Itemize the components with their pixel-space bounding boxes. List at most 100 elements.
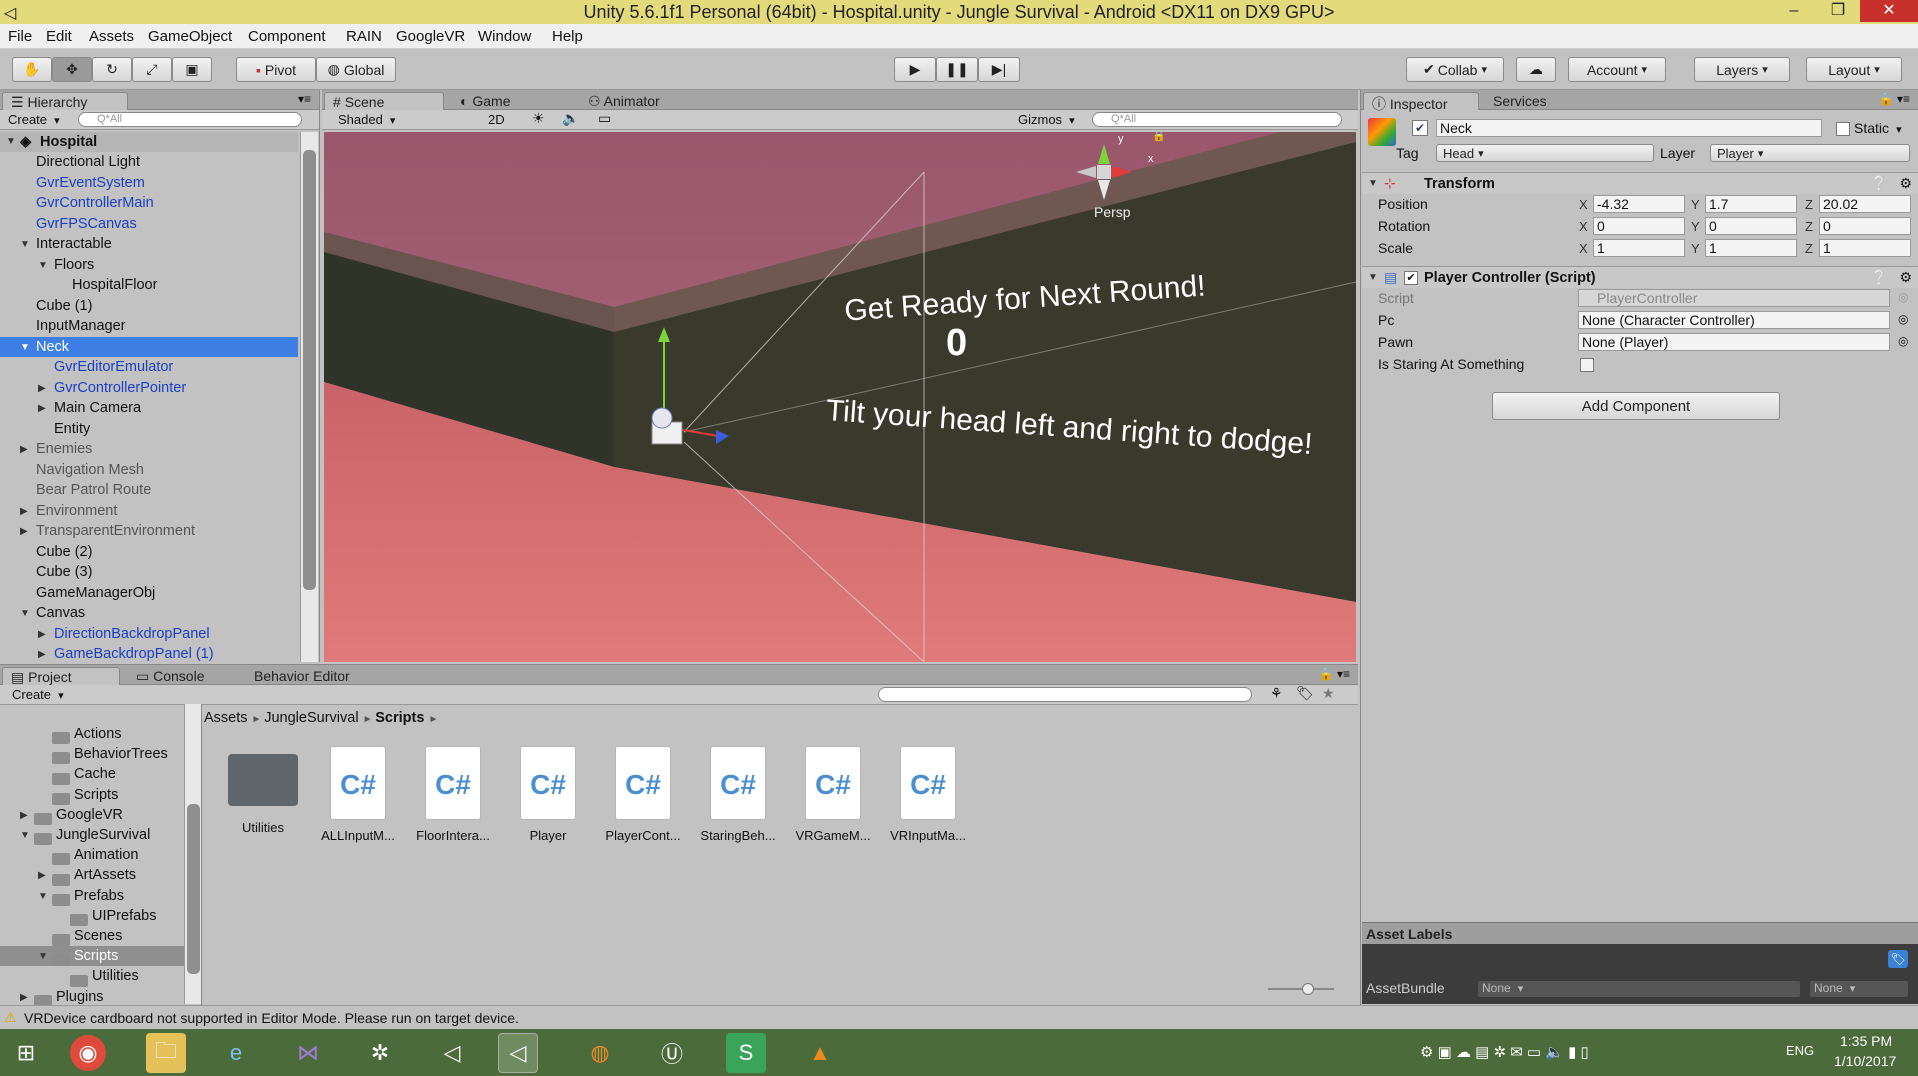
project-folder-item[interactable]: Actions bbox=[0, 724, 184, 745]
hierarchy-item[interactable]: Cube (1) bbox=[0, 296, 298, 316]
gizmos-dropdown[interactable]: Gizmos bbox=[1018, 112, 1075, 127]
zoom-slider-handle[interactable] bbox=[1302, 983, 1314, 995]
project-folder-item[interactable]: BehaviorTrees bbox=[0, 744, 184, 765]
menu-component[interactable]: Component bbox=[248, 28, 326, 45]
hierarchy-item[interactable]: Cube (2) bbox=[0, 542, 298, 562]
app-icon[interactable]: ✲ bbox=[360, 1033, 400, 1073]
menu-googlevr[interactable]: GoogleVR bbox=[396, 28, 465, 45]
expand-arrow-icon[interactable]: ▼ bbox=[20, 338, 30, 358]
asset-item[interactable]: C# VRGameM... bbox=[788, 746, 878, 843]
rotation-y-field[interactable]: 0 bbox=[1705, 217, 1797, 235]
project-search-input[interactable] bbox=[878, 687, 1252, 702]
menu-gameobject[interactable]: GameObject bbox=[148, 28, 232, 45]
static-checkbox[interactable] bbox=[1836, 122, 1850, 136]
collab-dropdown[interactable]: ✔ Collab bbox=[1406, 57, 1504, 82]
audio-icon[interactable]: 🔈 bbox=[562, 110, 579, 127]
effects-icon[interactable]: ▭ bbox=[598, 110, 611, 127]
project-folder-item[interactable]: ▼ Prefabs bbox=[0, 886, 184, 906]
inspector-menu-icon[interactable]: 🔒 ▾≡ bbox=[1879, 92, 1910, 106]
pc-field[interactable]: None (Character Controller) bbox=[1578, 311, 1890, 329]
hierarchy-item[interactable]: Cube (3) bbox=[0, 562, 298, 582]
hierarchy-item[interactable]: ▶ GvrControllerPointer bbox=[0, 378, 298, 398]
expand-arrow-icon[interactable]: ▼ bbox=[38, 256, 48, 276]
rotation-z-field[interactable]: 0 bbox=[1819, 217, 1911, 235]
expand-arrow-icon[interactable]: ▼ bbox=[20, 826, 30, 846]
collapsed-arrow-icon[interactable]: ▶ bbox=[20, 522, 28, 542]
active-checkbox[interactable]: ✔ bbox=[1412, 120, 1428, 136]
tab-animator[interactable]: ⚇ Animator bbox=[580, 92, 700, 110]
visual-studio-icon[interactable]: ⋈ bbox=[288, 1033, 328, 1073]
persp-label[interactable]: Persp bbox=[1094, 204, 1131, 220]
asset-item[interactable]: C# StaringBeh... bbox=[693, 746, 783, 843]
hierarchy-item[interactable]: GvrEventSystem bbox=[0, 173, 298, 193]
tab-services[interactable]: Services bbox=[1485, 92, 1585, 110]
hierarchy-item[interactable]: HospitalFloor bbox=[0, 275, 298, 295]
asset-item[interactable]: C# FloorIntera... bbox=[408, 746, 498, 843]
2d-toggle[interactable]: 2D bbox=[488, 112, 505, 127]
hierarchy-item[interactable]: ▶ Main Camera bbox=[0, 398, 298, 418]
scale-y-field[interactable]: 1 bbox=[1705, 239, 1797, 257]
layers-dropdown[interactable]: Layers bbox=[1694, 57, 1790, 82]
project-folder-item[interactable]: Animation bbox=[0, 845, 184, 866]
scene-search-input[interactable]: Q*All bbox=[1092, 112, 1342, 127]
minimize-button[interactable]: – bbox=[1772, 0, 1816, 22]
menu-assets[interactable]: Assets bbox=[89, 28, 134, 45]
scale-x-field[interactable]: 1 bbox=[1593, 239, 1685, 257]
asset-item[interactable]: C# Player bbox=[503, 746, 593, 843]
project-folder-item[interactable]: ▶ Plugins bbox=[0, 987, 184, 1005]
hierarchy-item[interactable]: ▶ GameBackdropPanel (1) bbox=[0, 644, 298, 662]
expand-arrow-icon[interactable]: ▼ bbox=[6, 132, 16, 152]
collapsed-arrow-icon[interactable]: ▶ bbox=[38, 399, 46, 419]
hierarchy-scrollbar[interactable] bbox=[300, 132, 318, 662]
project-folder-item[interactable]: Scenes bbox=[0, 926, 184, 947]
breadcrumb-junglesurvival[interactable]: JungleSurvival bbox=[264, 710, 358, 726]
tab-scene[interactable]: # Scene bbox=[324, 92, 444, 110]
project-folder-item[interactable]: Scripts bbox=[0, 785, 184, 805]
lighting-icon[interactable]: ☀ bbox=[532, 110, 545, 127]
global-toggle[interactable]: ◍ Global bbox=[316, 57, 396, 82]
scale-tool-button[interactable]: ⤢ bbox=[132, 57, 172, 82]
tag-dropdown[interactable]: Head bbox=[1436, 144, 1654, 162]
project-folder-item[interactable]: ▼ Scripts bbox=[0, 946, 184, 967]
hierarchy-item[interactable]: Navigation Mesh bbox=[0, 460, 298, 480]
project-tree-scrollbar[interactable] bbox=[184, 704, 201, 1004]
firefox-icon[interactable]: ◍ bbox=[580, 1033, 620, 1073]
asset-bundle-dropdown[interactable]: None bbox=[1478, 981, 1800, 997]
hierarchy-item[interactable]: GvrControllerMain bbox=[0, 193, 298, 213]
hierarchy-item[interactable]: Entity bbox=[0, 419, 298, 439]
tab-inspector[interactable]: ⓘ Inspector bbox=[1363, 92, 1479, 112]
move-tool-button[interactable]: ✥ bbox=[52, 57, 92, 82]
collapsed-arrow-icon[interactable]: ▶ bbox=[38, 625, 46, 645]
hierarchy-item[interactable]: ▼ Canvas bbox=[0, 603, 298, 623]
hierarchy-item[interactable]: ▶ DirectionBackdropPanel bbox=[0, 624, 298, 644]
create-dropdown[interactable]: Create bbox=[8, 112, 60, 127]
collapsed-arrow-icon[interactable]: ▶ bbox=[38, 866, 46, 886]
hierarchy-search-input[interactable]: Q*All bbox=[78, 112, 302, 127]
help-icon[interactable]: ❔ bbox=[1871, 175, 1888, 192]
object-picker-icon[interactable]: ◎ bbox=[1898, 312, 1908, 326]
clock-date[interactable]: 1/10/2017 bbox=[1834, 1053, 1896, 1069]
menu-edit[interactable]: Edit bbox=[46, 28, 72, 45]
collapsed-arrow-icon[interactable]: ▶ bbox=[20, 988, 28, 1005]
rotation-x-field[interactable]: 0 bbox=[1593, 217, 1685, 235]
layer-dropdown[interactable]: Player bbox=[1710, 144, 1910, 162]
scene-viewport[interactable]: y x 🔒 Persp Get Ready for Next Round! 0 … bbox=[324, 132, 1356, 662]
unity-hub-icon[interactable]: ◁ bbox=[432, 1033, 472, 1073]
collapsed-arrow-icon[interactable]: ▶ bbox=[20, 806, 28, 826]
asset-item[interactable]: C# ALLInputM... bbox=[313, 746, 403, 843]
hierarchy-item[interactable]: InputManager bbox=[0, 316, 298, 336]
hierarchy-item[interactable]: ▼ Neck bbox=[0, 336, 298, 358]
layout-dropdown[interactable]: Layout bbox=[1806, 57, 1902, 82]
tab-game[interactable]: ◐ Game bbox=[452, 92, 552, 110]
hierarchy-item[interactable]: ▶ Enemies bbox=[0, 439, 298, 459]
project-folder-item[interactable]: UIPrefabs bbox=[0, 906, 184, 926]
collapsed-arrow-icon[interactable]: ▶ bbox=[20, 502, 28, 522]
breadcrumb-scripts[interactable]: Scripts bbox=[375, 710, 424, 726]
panel-menu-icon[interactable]: ▾≡ bbox=[298, 92, 311, 106]
expand-arrow-icon[interactable]: ▼ bbox=[38, 887, 48, 907]
menu-help[interactable]: Help bbox=[552, 28, 583, 45]
vlc-icon[interactable]: ▲ bbox=[800, 1033, 840, 1073]
collapsed-arrow-icon[interactable]: ▶ bbox=[38, 379, 46, 399]
expand-arrow-icon[interactable]: ▼ bbox=[38, 947, 48, 967]
collapse-arrow-icon[interactable]: ▼ bbox=[1368, 178, 1378, 189]
